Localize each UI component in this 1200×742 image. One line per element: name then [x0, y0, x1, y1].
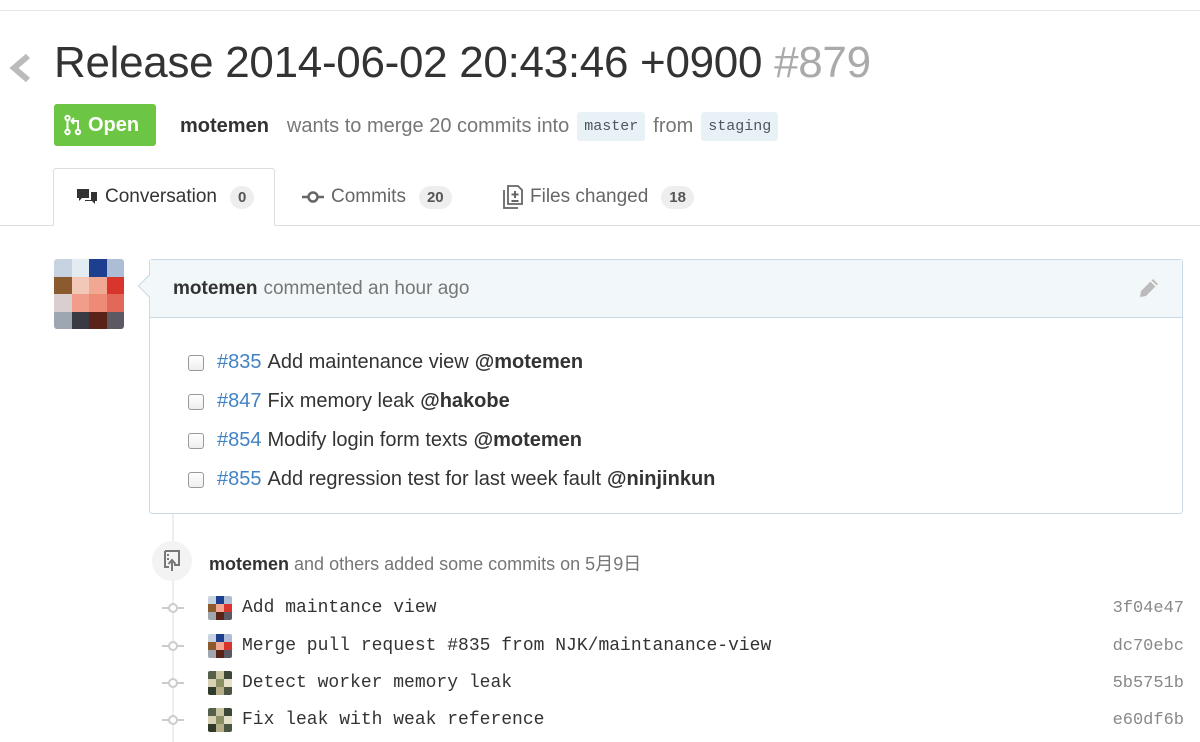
issue-link[interactable]: #855 — [217, 468, 262, 491]
author-avatar[interactable] — [54, 259, 124, 329]
pr-title-text: Release 2014-06-02 20:43:46 +0900 — [54, 38, 763, 87]
user-mention[interactable]: @ninjinkun — [607, 468, 715, 491]
tab-commits-label: Commits — [331, 186, 406, 207]
commit-author-avatar[interactable] — [208, 708, 232, 732]
comment-timestamp[interactable]: commented an hour ago — [263, 278, 469, 300]
git-commit-icon — [160, 713, 186, 727]
commit-message-link[interactable]: Add maintance view — [242, 598, 436, 618]
commit-author-avatar[interactable] — [208, 596, 232, 620]
commit-author-avatar[interactable] — [208, 671, 232, 695]
issue-link[interactable]: #847 — [217, 390, 262, 413]
commits-summary: motemen and others added some commits on… — [209, 550, 641, 576]
task-item: #855 Add regression test for last week f… — [188, 460, 1182, 499]
pr-number: #879 — [774, 38, 871, 87]
pr-title: Release 2014-06-02 20:43:46 +0900 #879 — [54, 38, 871, 88]
task-item: #835 Add maintenance view @motemen — [188, 343, 1182, 382]
task-list: #835 Add maintenance view @motemen #847 … — [150, 318, 1182, 499]
repo-push-icon — [152, 541, 192, 581]
pr-author-link[interactable]: motemen — [180, 115, 269, 138]
task-checkbox[interactable] — [188, 393, 204, 410]
git-pull-request-icon — [64, 114, 82, 136]
tab-conversation-label: Conversation — [105, 186, 217, 207]
commits-author-link[interactable]: motemen — [209, 554, 289, 574]
commit-row: Merge pull request #835 from NJK/maintan… — [160, 628, 1184, 664]
base-branch: master — [577, 112, 646, 141]
head-branch: staging — [701, 112, 779, 141]
pr-tabs: Conversation 0 Commits 20 Files changed … — [0, 168, 1200, 226]
tab-commits[interactable]: Commits 20 — [302, 168, 452, 226]
git-commit-icon — [302, 191, 324, 203]
pencil-icon[interactable] — [1138, 277, 1160, 305]
tab-files-changed[interactable]: Files changed 18 — [503, 168, 694, 226]
git-commit-icon — [160, 639, 186, 653]
commits-summary-text: and others added some commits on 5月9日 — [294, 554, 642, 574]
comment-header: motemen commented an hour ago — [137, 260, 1182, 318]
task-checkbox[interactable] — [188, 354, 204, 371]
task-text: Modify login form texts — [267, 429, 468, 451]
diff-icon — [503, 185, 523, 209]
user-mention[interactable]: @motemen — [474, 429, 582, 452]
comment-pointer — [137, 274, 161, 298]
commit-sha-link[interactable]: dc70ebc — [1113, 637, 1184, 656]
task-checkbox[interactable] — [188, 432, 204, 449]
back-chevron-icon[interactable] — [8, 52, 34, 84]
tab-files-label: Files changed — [530, 186, 649, 207]
tab-conversation[interactable]: Conversation 0 — [53, 168, 275, 226]
task-text: Add maintenance view — [267, 351, 469, 373]
from-text: from — [653, 115, 694, 137]
comment-box: motemen commented an hour ago #835 Add m… — [137, 259, 1183, 514]
user-mention[interactable]: @motemen — [475, 351, 583, 374]
commit-row: Detect worker memory leak 5b5751b — [160, 665, 1184, 701]
commit-message-link[interactable]: Detect worker memory leak — [242, 673, 512, 693]
task-item: #854 Modify login form texts @motemen — [188, 421, 1182, 460]
commit-row: Fix leak with weak reference e60df6b — [160, 702, 1184, 738]
top-divider — [0, 10, 1200, 11]
task-text: Fix memory leak — [267, 390, 415, 412]
commit-message-link[interactable]: Fix leak with weak reference — [242, 710, 544, 730]
task-item: #847 Fix memory leak @hakobe — [188, 382, 1182, 421]
commit-message-link[interactable]: Merge pull request #835 from NJK/maintan… — [242, 636, 771, 656]
git-commit-icon — [160, 676, 186, 690]
pr-state-label: Open — [88, 113, 140, 136]
tab-conversation-count: 0 — [229, 185, 255, 209]
issue-link[interactable]: #854 — [217, 429, 262, 452]
commit-sha-link[interactable]: e60df6b — [1113, 711, 1184, 730]
commit-row: Add maintance view 3f04e47 — [160, 590, 1184, 626]
commit-sha-link[interactable]: 3f04e47 — [1113, 599, 1184, 618]
comment-discussion-icon — [77, 189, 97, 204]
pr-state-badge: Open — [54, 104, 156, 146]
merge-text: wants to merge 20 commits into — [286, 115, 570, 137]
merge-summary: motemen wants to merge 20 commits into m… — [180, 112, 786, 141]
tab-commits-count: 20 — [418, 185, 452, 209]
tab-files-count: 18 — [661, 185, 694, 209]
user-mention[interactable]: @hakobe — [420, 390, 510, 413]
issue-link[interactable]: #835 — [217, 351, 262, 374]
task-text: Add regression test for last week fault — [267, 468, 602, 490]
commit-author-avatar[interactable] — [208, 634, 232, 658]
comment-author-link[interactable]: motemen — [173, 278, 257, 300]
commit-sha-link[interactable]: 5b5751b — [1113, 674, 1184, 693]
task-checkbox[interactable] — [188, 471, 204, 488]
git-commit-icon — [160, 601, 186, 615]
